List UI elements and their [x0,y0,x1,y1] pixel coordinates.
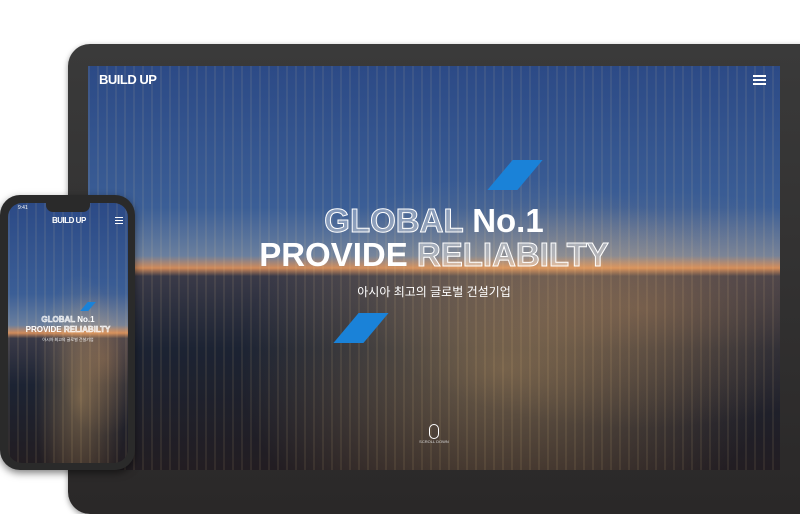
accent-stripe-bottom [333,313,389,343]
headline-line2: PROVIDE RELIABILTY [88,236,780,274]
scroll-down-indicator[interactable]: SCROLL DOWN [404,424,464,444]
mouse-icon [429,424,439,439]
headline-bold: No.1 [472,202,544,239]
headline-outline: GLOBAL [324,202,464,240]
site-logo[interactable]: BUILD UP [99,72,157,87]
hamburger-icon[interactable] [753,75,766,85]
phone-notch [46,203,90,212]
tablet-screen: BUILD UP GLOBAL No.1 PROVIDE RELIABILTY … [88,66,780,470]
hamburger-icon[interactable] [115,217,123,224]
headline-bold: PROVIDE [25,325,62,334]
phone-logo[interactable]: BUILD UP [52,216,86,225]
headline-outline: GLOBAL [41,315,76,325]
accent-stripe [80,302,96,311]
headline-outline: RELIABILTY [416,236,609,274]
phone-headline-line2: PROVIDE RELIABILTY [8,325,128,335]
subtitle: 아시아 최고의 글로벌 건설기업 [357,285,511,299]
phone-screen: 9:41 BUILD UP GLOBAL No.1 PROVIDE RELIAB… [8,203,128,463]
phone-subtitle: 아시아 최고의 글로벌 건설기업 [42,337,94,342]
scroll-label: SCROLL DOWN [419,439,449,444]
headline-bold: No.1 [77,315,95,324]
status-time: 9:41 [18,205,28,211]
headline-bold: PROVIDE [259,236,408,273]
headline-outline: RELIABILTY [63,325,111,335]
phone-headline-line1: GLOBAL No.1 [8,315,128,325]
headline-line1: GLOBAL No.1 [88,202,780,240]
accent-stripe-top [487,160,543,190]
